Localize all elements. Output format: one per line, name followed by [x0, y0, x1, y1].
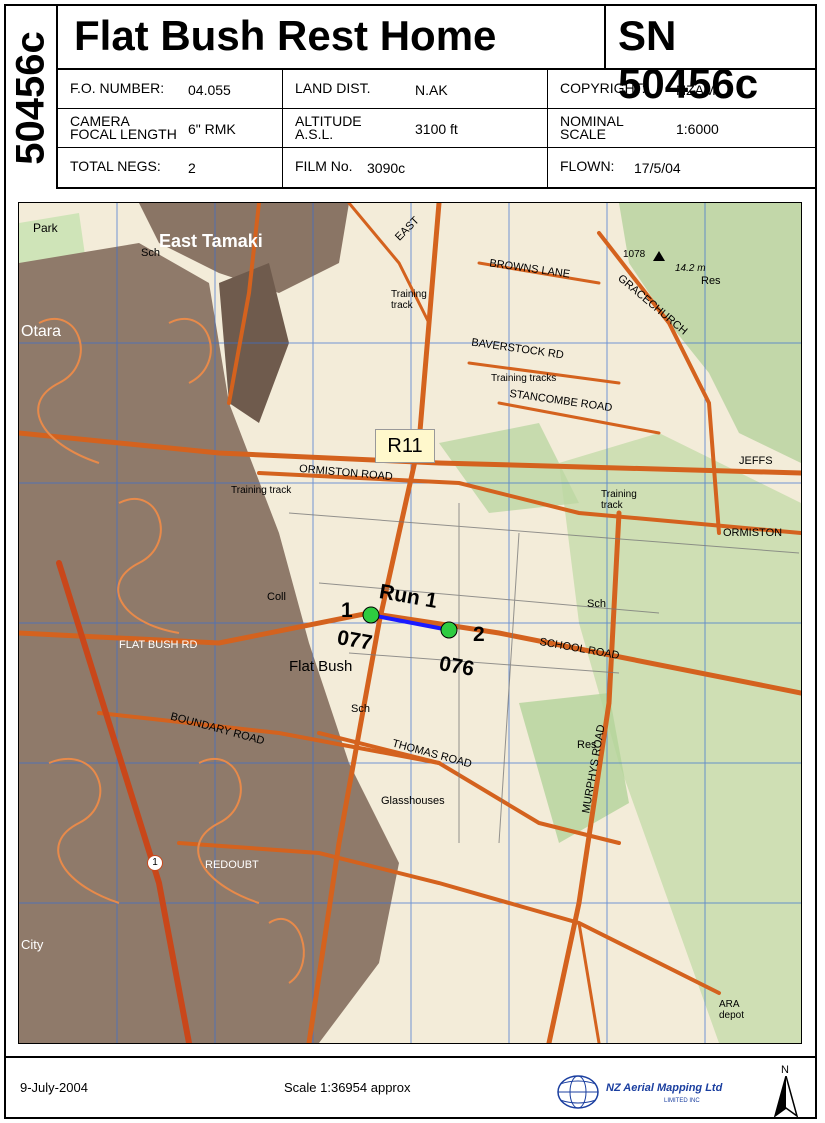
fo-number-label: F.O. NUMBER:: [70, 80, 165, 96]
label-jeffs: JEFFS: [739, 455, 773, 467]
label-city: City: [21, 937, 44, 952]
road-redoubt-south: [577, 921, 601, 1043]
label-flat-bush-rd: FLAT BUSH RD: [119, 639, 198, 651]
label-otara: Otara: [21, 323, 62, 340]
total-negs-value: 2: [188, 160, 196, 176]
fo-number-value: 04.055: [188, 82, 231, 98]
label-reservoir-2: Res: [577, 739, 597, 751]
total-negs-cell: TOTAL NEGS: 2: [58, 148, 283, 187]
north-letter: N: [781, 1064, 789, 1076]
flown-label: FLOWN:: [560, 158, 615, 174]
label-reservoir-1: Res: [701, 275, 721, 287]
vertical-code-box: 50456c: [6, 6, 58, 189]
land-dist-cell: LAND DIST. N.AK: [283, 70, 548, 108]
label-training-track-w: Training track: [231, 485, 292, 496]
region-label: R11: [387, 435, 423, 457]
north-arrow-icon: [773, 1076, 799, 1118]
copyright-cell: COPYRIGHT: NZAM: [548, 70, 815, 108]
label-park: Park: [33, 221, 58, 235]
camera-label: CAMERA FOCAL LENGTH: [70, 114, 177, 142]
copyright-value: NZAM: [676, 82, 716, 98]
footer: 9-July-2004 Scale 1:36954 approx NZ Aeri…: [6, 1056, 815, 1118]
run-end-number: 2: [473, 623, 485, 646]
globe-icon: [557, 1075, 599, 1109]
label-training-tracks: Training tracks: [491, 373, 557, 384]
fo-number-cell: F.O. NUMBER: 04.055: [58, 70, 283, 108]
camera-label-line-2: FOCAL LENGTH: [70, 126, 177, 142]
altitude-label-line-2: A.S.L.: [295, 126, 334, 142]
label-spot-height: 14.2 m: [675, 263, 706, 274]
camera-cell: CAMERA FOCAL LENGTH 6" RMK: [58, 109, 283, 147]
title-row: Flat Bush Rest Home SN 50456c: [58, 6, 815, 107]
company-logo: NZ Aerial Mapping Ltd LIMITED INC: [554, 1072, 724, 1112]
company-sub: LIMITED INC: [664, 1098, 700, 1104]
info-row-1: F.O. NUMBER: 04.055 LAND DIST. N.AK COPY…: [58, 70, 815, 109]
film-no-cell: FILM No. 3090c: [283, 148, 548, 187]
total-negs-label: TOTAL NEGS:: [70, 158, 161, 174]
info-grid: F.O. NUMBER: 04.055 LAND DIST. N.AK COPY…: [58, 70, 815, 189]
sn-box: SN 50456c: [606, 6, 815, 107]
altitude-cell: ALTITUDE A.S.L. 3100 ft: [283, 109, 548, 147]
nominal-label-line-2: SCALE: [560, 126, 606, 142]
north-arrow: N: [771, 1064, 801, 1118]
label-training-track-n: Training track: [391, 289, 427, 311]
route-shield: 1: [147, 855, 163, 871]
label-redoubt: REDOUBT: [205, 859, 259, 871]
camera-value: 6" RMK: [188, 121, 236, 137]
label-east-tamaki: East Tamaki: [159, 231, 263, 251]
flown-cell: FLOWN: 17/5/04: [548, 148, 815, 187]
footer-scale: Scale 1:36954 approx: [284, 1080, 411, 1095]
nominal-scale-cell: NOMINAL SCALE 1:6000: [548, 109, 815, 147]
photo-point-076: [440, 621, 458, 639]
footer-date: 9-July-2004: [20, 1080, 88, 1095]
film-no-label: FILM No.: [295, 158, 353, 174]
run-start-number: 1: [341, 599, 353, 622]
topographic-map[interactable]: East Tamaki Otara Flat Bush Glasshouses …: [18, 202, 802, 1044]
land-dist-label: LAND DIST.: [295, 80, 371, 96]
flown-value: 17/5/04: [634, 160, 681, 176]
label-ormiston-east: ORMISTON: [723, 527, 783, 539]
label-training-track-e: Training track: [601, 489, 637, 511]
altitude-label: ALTITUDE A.S.L.: [295, 114, 362, 142]
vertical-code: 50456c: [8, 30, 53, 165]
label-school-2: Sch: [351, 703, 370, 715]
nominal-scale-value: 1:6000: [676, 121, 719, 137]
nominal-scale-label: NOMINAL SCALE: [560, 114, 624, 142]
page-title: Flat Bush Rest Home: [74, 12, 497, 59]
info-row-3: TOTAL NEGS: 2 FILM No. 3090c FLOWN: 17/5…: [58, 148, 815, 187]
label-trig: 1078: [623, 249, 646, 260]
info-row-2: CAMERA FOCAL LENGTH 6" RMK ALTITUDE A.S.…: [58, 109, 815, 148]
land-dist-value: N.AK: [415, 82, 448, 98]
label-college: Coll: [267, 591, 286, 603]
label-school-3: Sch: [587, 598, 606, 610]
altitude-value: 3100 ft: [415, 121, 458, 137]
photo-point-077: [362, 606, 380, 624]
label-glasshouses: Glasshouses: [381, 795, 445, 807]
label-flat-bush: Flat Bush: [289, 658, 353, 675]
copyright-label: COPYRIGHT:: [560, 80, 646, 96]
label-school-1: Sch: [141, 247, 160, 259]
company-name: NZ Aerial Mapping Ltd: [606, 1082, 723, 1094]
label-ara-depot: ARA depot: [719, 999, 745, 1021]
film-no-value: 3090c: [367, 160, 406, 176]
region-label-box: R11: [375, 429, 435, 463]
title-box: Flat Bush Rest Home: [58, 6, 606, 68]
